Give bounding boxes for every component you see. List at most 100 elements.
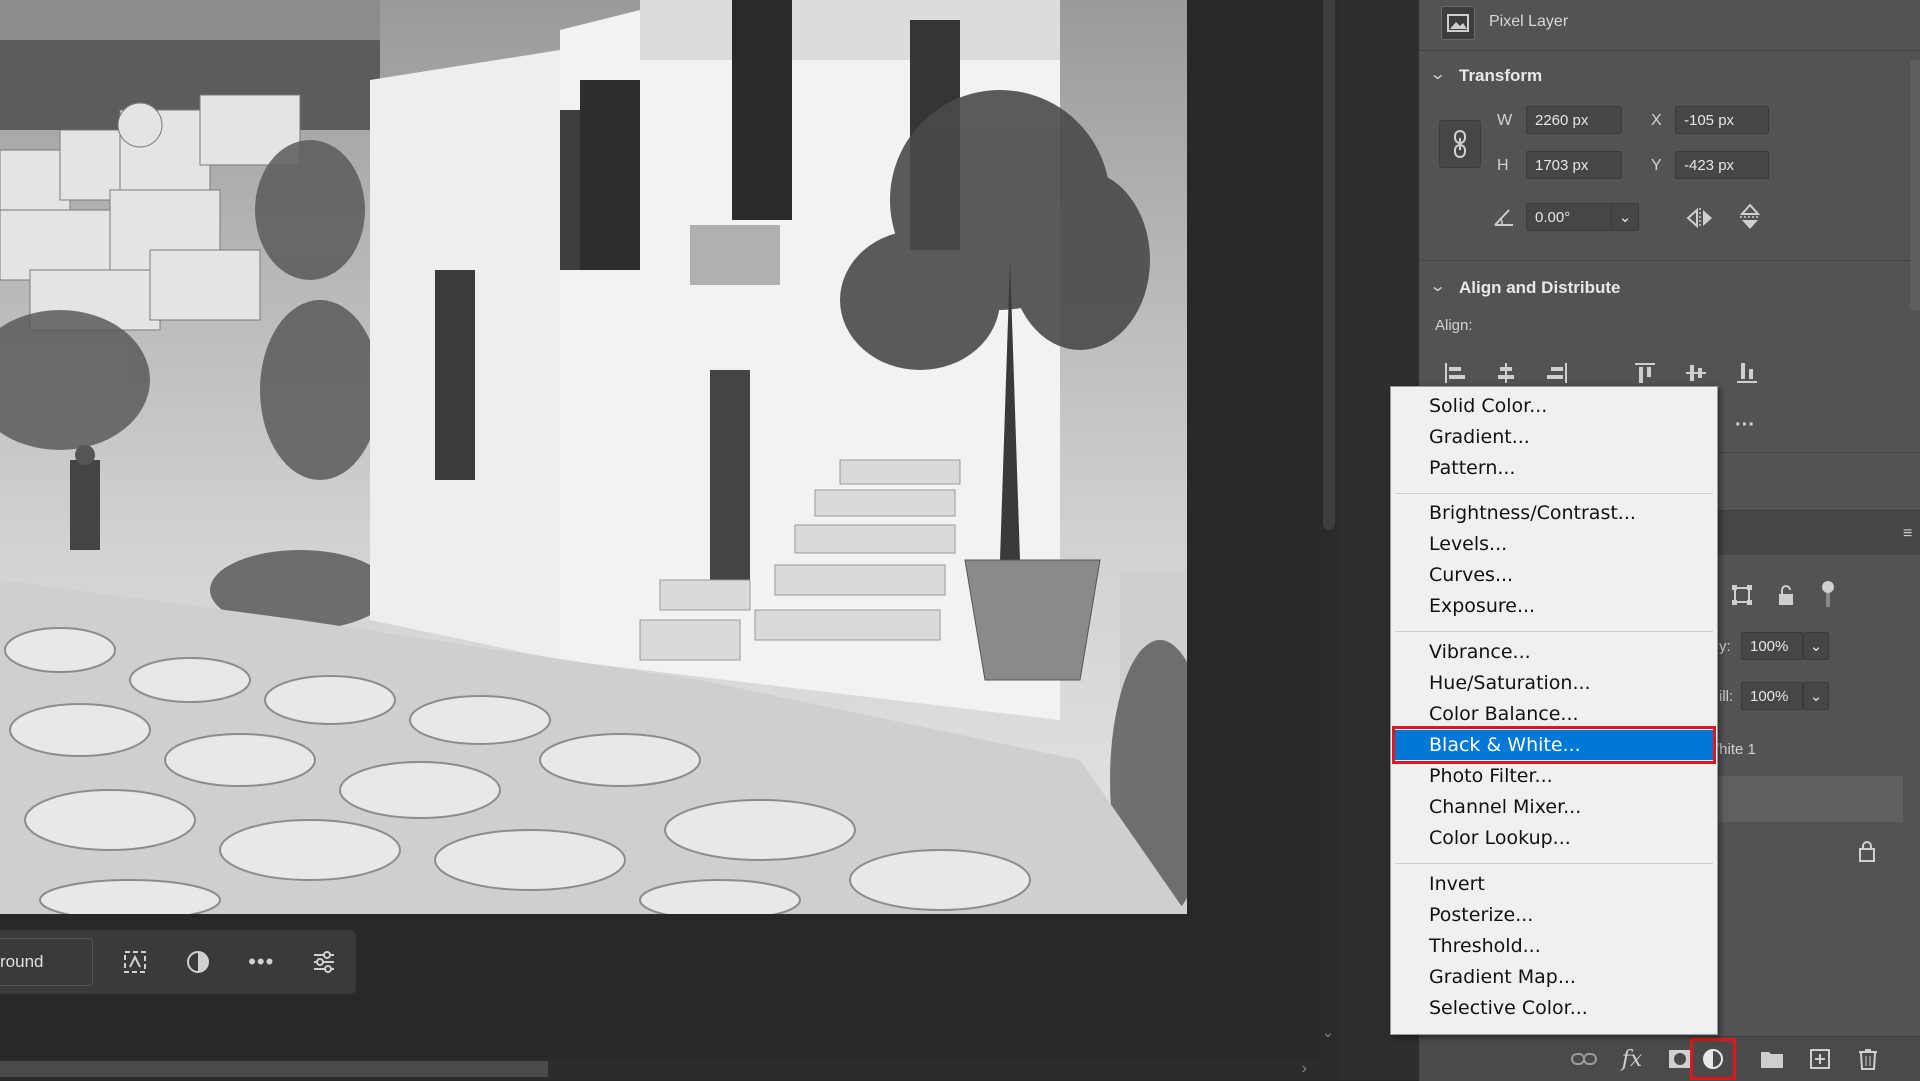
trash-icon: [1859, 1049, 1877, 1070]
layer-name: /hite 1: [1715, 741, 1756, 758]
align-top-icon: [1635, 363, 1655, 383]
adjustment-layer-icon: [1703, 1049, 1723, 1069]
lock-position-button[interactable]: [1773, 582, 1799, 608]
align-section-header[interactable]: ⌄ Align and Distribute: [1419, 274, 1920, 304]
menu-item-selective-color[interactable]: Selective Color...: [1392, 993, 1716, 1023]
more-options-button[interactable]: •••: [230, 930, 293, 994]
menu-item-brightness-contrast[interactable]: Brightness/Contrast...: [1392, 498, 1716, 528]
taskbar-settings-button[interactable]: [293, 930, 356, 994]
link-icon: [1571, 1053, 1597, 1065]
fill-label: ill:: [1719, 688, 1734, 705]
align-title: Align and Distribute: [1459, 278, 1621, 297]
fill-dropdown[interactable]: ⌄: [1803, 682, 1829, 710]
ellipsis-icon: •••: [248, 949, 275, 974]
vertical-scrollbar[interactable]: ⌄: [1319, 0, 1339, 1080]
align-more-button[interactable]: ···: [1735, 414, 1755, 437]
height-field[interactable]: 1703 px: [1526, 151, 1622, 179]
panel-menu-icon[interactable]: ≡: [1903, 525, 1912, 543]
align-center-h-button[interactable]: [1492, 358, 1520, 388]
layer-lock-icon: [1855, 838, 1879, 864]
horizontal-scroll-thumb[interactable]: [0, 1061, 548, 1077]
menu-item-threshold[interactable]: Threshold...: [1392, 931, 1716, 961]
folder-icon: [1761, 1052, 1783, 1068]
width-label: W: [1497, 112, 1513, 129]
menu-separator: [1395, 863, 1713, 864]
menu-item-photo-filter[interactable]: Photo Filter...: [1392, 761, 1716, 791]
pixel-layer-icon: [1441, 6, 1475, 40]
link-dimensions-button[interactable]: [1439, 120, 1481, 168]
menu-separator: [1395, 493, 1713, 494]
align-bottom-icon: [1737, 363, 1757, 383]
menu-item-invert[interactable]: Invert: [1392, 869, 1716, 899]
flip-vertical-button[interactable]: [1735, 202, 1765, 232]
vertical-scroll-thumb[interactable]: [1323, 0, 1335, 530]
half-circle-icon: [187, 951, 210, 973]
scroll-right-icon[interactable]: ›: [1302, 1060, 1307, 1078]
menu-item-color-balance[interactable]: Color Balance...: [1392, 699, 1716, 729]
angle-field[interactable]: 0.00°: [1526, 203, 1614, 231]
select-subject-icon: [123, 951, 146, 973]
lock-icon: [1779, 585, 1793, 605]
properties-scrollbar[interactable]: [1910, 60, 1920, 310]
adjustment-button[interactable]: [166, 930, 229, 994]
transform-section-header[interactable]: ⌄ Transform: [1419, 62, 1920, 92]
fx-icon[interactable]: fx: [1615, 1043, 1649, 1075]
layers-footer-toolbar: fx: [1419, 1036, 1920, 1081]
section-divider: [1419, 260, 1920, 261]
new-layer-icon: [1810, 1049, 1830, 1069]
new-group-button[interactable]: [1755, 1043, 1789, 1075]
align-bottom-button[interactable]: [1733, 358, 1761, 388]
chain-link-icon: [1454, 130, 1466, 158]
canvas-area: round ••• ›: [0, 0, 1319, 1080]
width-field[interactable]: 2260 px: [1526, 106, 1622, 134]
angle-icon: [1491, 204, 1517, 230]
menu-item-levels[interactable]: Levels...: [1392, 529, 1716, 559]
menu-item-solid-color[interactable]: Solid Color...: [1392, 391, 1716, 421]
menu-separator: [1395, 631, 1713, 632]
pin-icon: [1822, 581, 1834, 607]
new-layer-button[interactable]: [1803, 1043, 1837, 1075]
document-image[interactable]: [0, 0, 1187, 914]
menu-item-channel-mixer[interactable]: Channel Mixer...: [1392, 792, 1716, 822]
flip-horizontal-icon: [1686, 207, 1712, 229]
flip-vertical-icon: [1739, 203, 1761, 229]
scroll-down-icon[interactable]: ⌄: [1322, 1024, 1334, 1041]
align-middle-v-button[interactable]: [1682, 358, 1710, 388]
y-label: Y: [1651, 157, 1662, 174]
x-label: X: [1651, 112, 1662, 129]
angle-dropdown[interactable]: ⌄: [1611, 203, 1639, 231]
menu-item-gradient-map[interactable]: Gradient Map...: [1392, 962, 1716, 992]
x-field[interactable]: -105 px: [1675, 106, 1769, 134]
delete-layer-button[interactable]: [1851, 1043, 1885, 1075]
adjustment-layer-menu: Solid Color... Gradient... Pattern... Br…: [1390, 386, 1718, 1035]
opacity-label: y:: [1719, 638, 1731, 655]
select-subject-button[interactable]: [103, 930, 166, 994]
link-layers-button[interactable]: [1567, 1043, 1601, 1075]
menu-item-color-lookup[interactable]: Color Lookup...: [1392, 823, 1716, 853]
opacity-dropdown[interactable]: ⌄: [1803, 632, 1829, 660]
chevron-down-icon: ⌄: [1809, 638, 1823, 655]
menu-item-hue-saturation[interactable]: Hue/Saturation...: [1392, 668, 1716, 698]
menu-item-exposure[interactable]: Exposure...: [1392, 591, 1716, 621]
menu-item-vibrance[interactable]: Vibrance...: [1392, 637, 1716, 667]
layer-kind-label: Pixel Layer: [1489, 13, 1569, 30]
lock-artboard-button[interactable]: [1729, 582, 1755, 608]
fill-field[interactable]: 100%: [1741, 682, 1803, 710]
menu-item-gradient[interactable]: Gradient...: [1392, 422, 1716, 452]
new-adjustment-layer-button[interactable]: [1696, 1043, 1730, 1075]
align-top-button[interactable]: [1631, 358, 1659, 388]
align-left-button[interactable]: [1441, 358, 1469, 388]
artboard-icon: [1732, 585, 1752, 605]
menu-item-pattern[interactable]: Pattern...: [1392, 453, 1716, 483]
menu-item-curves[interactable]: Curves...: [1392, 560, 1716, 590]
lock-all-button[interactable]: [1817, 578, 1839, 610]
chevron-down-icon: ⌄: [1428, 278, 1447, 295]
opacity-field[interactable]: 100%: [1741, 632, 1803, 660]
remove-background-button[interactable]: round: [0, 938, 94, 986]
transform-title: Transform: [1459, 66, 1543, 85]
menu-item-posterize[interactable]: Posterize...: [1392, 900, 1716, 930]
flip-horizontal-button[interactable]: [1685, 204, 1715, 232]
horizontal-scrollbar[interactable]: ›: [0, 1058, 1319, 1080]
align-right-button[interactable]: [1543, 358, 1571, 388]
y-field[interactable]: -423 px: [1675, 151, 1769, 179]
